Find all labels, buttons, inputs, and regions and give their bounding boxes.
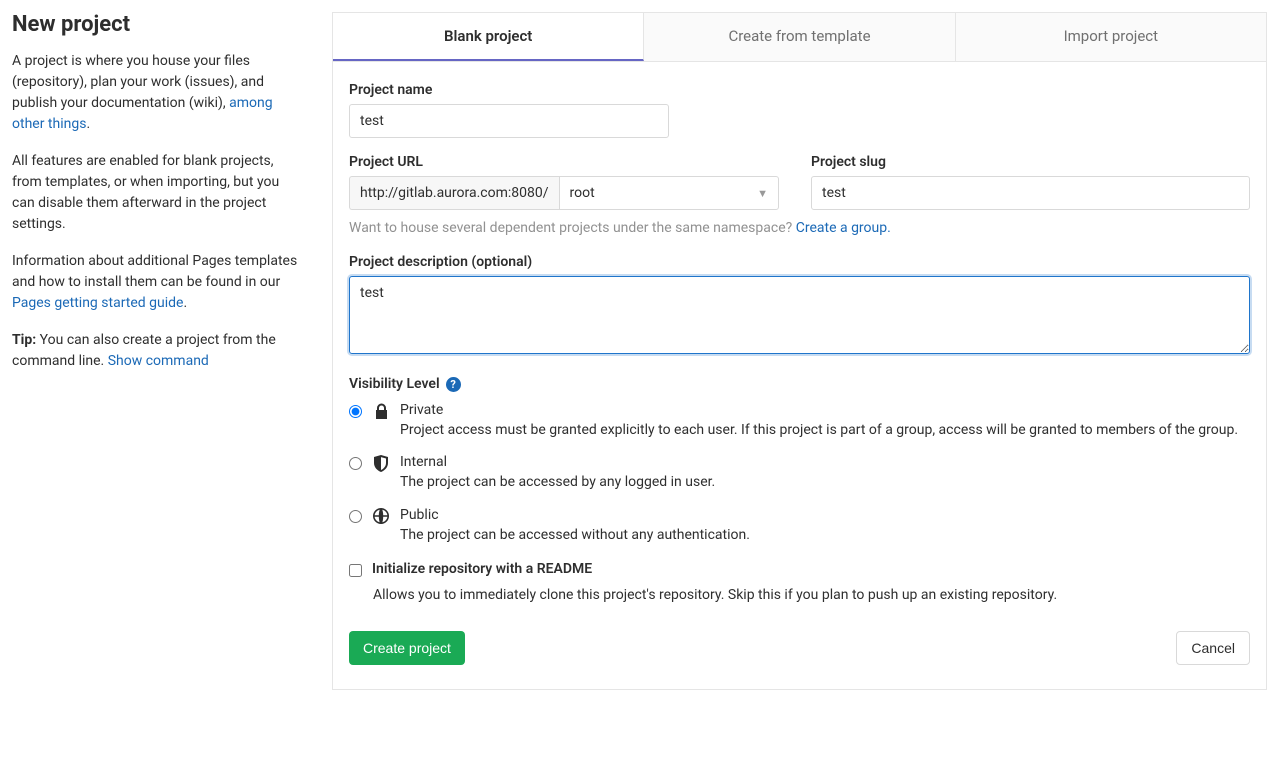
project-name-input[interactable] [349, 104, 669, 138]
project-desc-label: Project description (optional) [349, 254, 1250, 270]
sidebar: New project A project is where you house… [12, 12, 332, 690]
namespace-helper: Want to house several dependent projects… [349, 220, 1250, 236]
visibility-public-title: Public [400, 507, 750, 523]
project-slug-label: Project slug [811, 154, 1250, 170]
pages-guide-link[interactable]: Pages getting started guide [12, 295, 183, 311]
readme-checkbox[interactable] [349, 564, 362, 577]
visibility-internal-radio[interactable] [349, 457, 362, 470]
cancel-button[interactable]: Cancel [1176, 631, 1250, 665]
readme-label: Initialize repository with a README [372, 561, 592, 577]
chevron-down-icon: ▼ [757, 187, 768, 200]
project-url-prefix: http://gitlab.aurora.com:8080/ [349, 176, 559, 210]
page-title: New project [12, 12, 302, 37]
create-project-button[interactable]: Create project [349, 631, 465, 665]
project-desc-textarea[interactable] [349, 276, 1250, 354]
project-url-label: Project URL [349, 154, 779, 170]
visibility-public-radio[interactable] [349, 510, 362, 523]
tab-blank-project[interactable]: Blank project [333, 13, 644, 61]
globe-icon [372, 508, 390, 524]
sidebar-tip: Tip: You can also create a project from … [12, 330, 302, 372]
visibility-public-desc: The project can be accessed without any … [400, 525, 750, 545]
shield-icon [372, 455, 390, 472]
visibility-private-title: Private [400, 402, 1238, 418]
project-slug-input[interactable] [811, 176, 1250, 210]
namespace-select[interactable]: root ▼ [559, 176, 780, 210]
sidebar-para-1: A project is where you house your files … [12, 51, 302, 135]
show-command-link[interactable]: Show command [108, 353, 209, 369]
visibility-private-radio[interactable] [349, 405, 362, 418]
project-name-label: Project name [349, 82, 1250, 98]
lock-icon [372, 403, 390, 420]
namespace-selected: root [570, 185, 595, 201]
visibility-internal-title: Internal [400, 454, 715, 470]
sidebar-para-2: All features are enabled for blank proje… [12, 151, 302, 235]
create-group-link[interactable]: Create a group. [796, 220, 891, 236]
readme-desc: Allows you to immediately clone this pro… [373, 585, 1250, 605]
form-area: Project name Project URL http://gitlab.a… [332, 62, 1267, 690]
sidebar-para-3: Information about additional Pages templ… [12, 251, 302, 314]
main: Blank project Create from template Impor… [332, 12, 1267, 690]
help-icon[interactable]: ? [446, 377, 461, 392]
tabs: Blank project Create from template Impor… [332, 12, 1267, 62]
tab-import-project[interactable]: Import project [956, 13, 1266, 61]
tab-create-template[interactable]: Create from template [644, 13, 955, 61]
visibility-private-desc: Project access must be granted explicitl… [400, 420, 1238, 440]
visibility-internal-desc: The project can be accessed by any logge… [400, 472, 715, 492]
visibility-label: Visibility Level [349, 376, 440, 392]
